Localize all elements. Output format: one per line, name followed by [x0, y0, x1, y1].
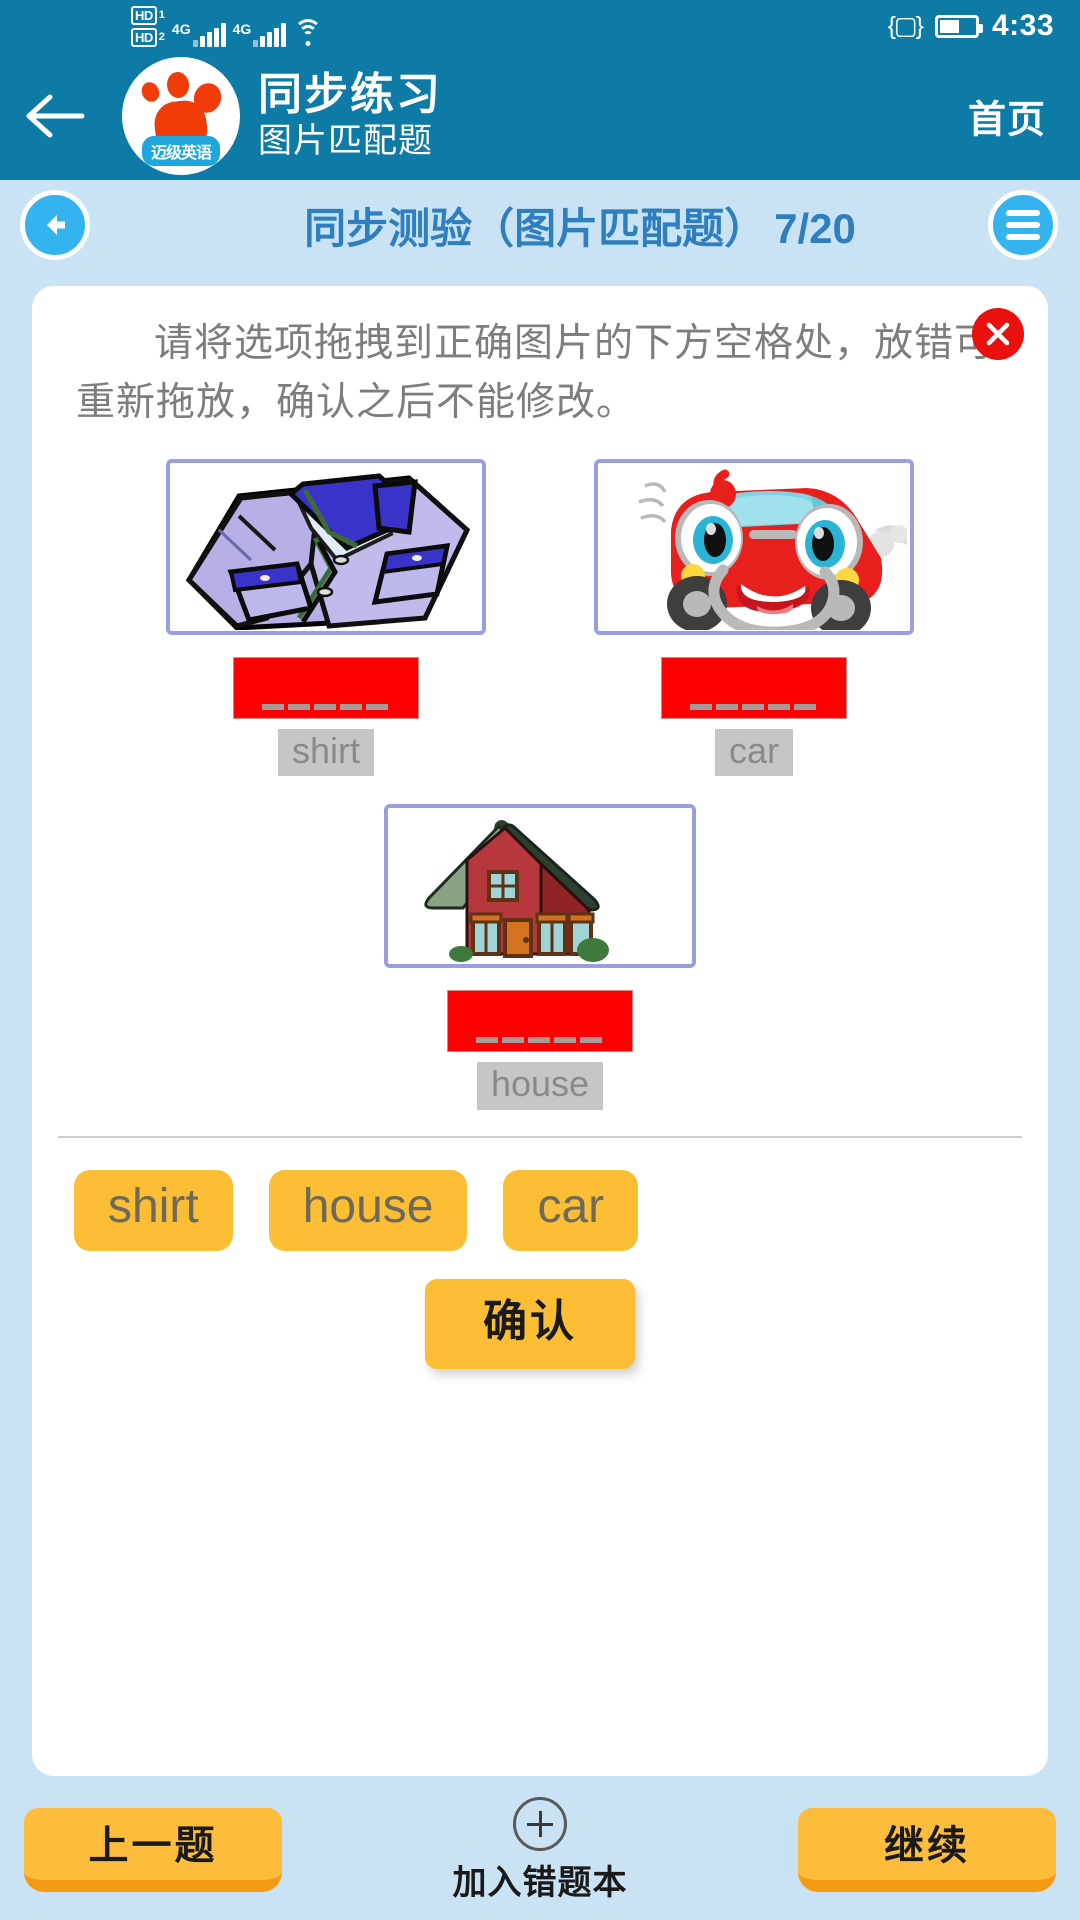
signal-2-icon: 4G	[233, 21, 287, 47]
match-item-house: house	[384, 804, 696, 1111]
paw-logo-icon: 迈级英语	[122, 57, 240, 175]
shirt-image-frame	[166, 458, 486, 635]
continue-button[interactable]: 继续	[798, 1808, 1056, 1892]
option-button-car[interactable]: car	[503, 1170, 639, 1251]
status-bar-left: HD 1 HD 2 4G 4G	[26, 5, 323, 47]
signal-1-icon: 4G	[172, 21, 226, 47]
instruction-text: 请将选项拖拽到正确图片的下方空格处，放错可重新拖放，确认之后不能修改。	[76, 322, 995, 425]
back-button[interactable]	[0, 93, 110, 139]
car-image	[601, 463, 907, 630]
car-image-frame	[594, 458, 914, 635]
add-to-wrongbook-label: 加入错题本	[452, 1863, 628, 1902]
back-arrow-icon	[26, 94, 85, 138]
status-bar: HD 1 HD 2 4G 4G {▢} 4:33	[0, 0, 1080, 52]
network-type-1: 4G	[171, 20, 191, 37]
hd1-icon: HD 1	[131, 5, 165, 25]
question-card: 请将选项拖拽到正确图片的下方空格处，放错可重新拖放，确认之后不能修改。 shir…	[32, 286, 1048, 1776]
add-to-wrongbook-button[interactable]: 加入错题本	[452, 1796, 628, 1904]
close-button[interactable]	[972, 308, 1024, 360]
bottom-bar: 上一题 加入错题本 继续	[0, 1780, 1080, 1920]
hd1-label: HD	[131, 5, 157, 25]
confirm-row: 确认	[32, 1251, 1048, 1369]
brand-block: 迈级英语 同步练习 图片匹配题	[122, 57, 442, 175]
plus-circle-icon	[513, 1796, 567, 1851]
answer-label-shirt: shirt	[277, 728, 374, 777]
match-item-car: car	[594, 458, 914, 777]
hd2-label: HD	[131, 27, 157, 47]
dropzone-dash-line	[476, 1037, 604, 1044]
signal-bars-1	[192, 21, 226, 47]
wifi-icon	[293, 18, 323, 47]
word-options: shirt house car	[32, 1138, 1048, 1251]
previous-question-button[interactable]: 上一题	[24, 1808, 282, 1892]
battery-icon	[934, 14, 983, 38]
hd2-icon: HD 2	[131, 27, 165, 47]
dropzone-shirt[interactable]	[233, 656, 419, 719]
app-header: 迈级英语 同步练习 图片匹配题 首页	[0, 52, 1080, 180]
dropzone-house[interactable]	[447, 990, 633, 1053]
app-root: HD 1 HD 2 4G 4G {▢} 4:33 迈级英语 同步练习 图片匹配题…	[0, 0, 1080, 1920]
answer-label-car: car	[714, 728, 793, 777]
hd2-sub: 2	[158, 30, 165, 43]
hd1-sub: 1	[158, 8, 165, 21]
clock-time: 4:33	[991, 9, 1054, 42]
dropzone-car[interactable]	[661, 656, 847, 719]
network-type-2: 4G	[232, 20, 252, 37]
house-image	[391, 810, 689, 963]
circle-back-arrow-icon	[47, 215, 65, 235]
menu-button[interactable]	[988, 190, 1058, 260]
status-bar-right: {▢} 4:33	[888, 0, 1054, 52]
option-button-house[interactable]: house	[268, 1170, 468, 1251]
option-button-shirt[interactable]: shirt	[74, 1170, 233, 1251]
confirm-button[interactable]: 确认	[425, 1278, 635, 1369]
logo-badge-label: 迈级英语	[141, 136, 221, 166]
shirt-image	[173, 463, 479, 630]
house-image-frame	[384, 804, 696, 969]
quiz-counter: 7/20	[774, 204, 856, 252]
dropzone-dash-line	[262, 703, 390, 710]
dropzone-dash-line	[690, 703, 818, 710]
matching-row-1: shirt car	[32, 458, 1048, 777]
quiz-title-text: 同步测验（图片匹配题）	[304, 204, 767, 252]
header-titles: 同步练习 图片匹配题	[258, 70, 442, 160]
quiz-title: 同步测验（图片匹配题） 7/20	[90, 195, 1080, 256]
matching-area: shirt car house	[32, 433, 1048, 1111]
signal-bars-2	[253, 21, 287, 47]
close-x-icon	[986, 322, 1010, 346]
match-item-shirt: shirt	[166, 458, 486, 777]
quiz-sub-header: 同步测验（图片匹配题） 7/20	[0, 180, 1080, 270]
quiz-back-button[interactable]	[20, 190, 90, 260]
answer-label-house: house	[476, 1062, 604, 1111]
home-button[interactable]: 首页	[968, 89, 1046, 144]
hamburger-menu-icon	[1006, 210, 1040, 240]
page-subtitle: 图片匹配题	[258, 121, 433, 160]
vibrate-icon: {▢}	[887, 11, 924, 40]
matching-row-2: house	[32, 804, 1048, 1111]
page-title: 同步练习	[258, 70, 442, 120]
hd-indicators: HD 1 HD 2	[131, 5, 165, 47]
